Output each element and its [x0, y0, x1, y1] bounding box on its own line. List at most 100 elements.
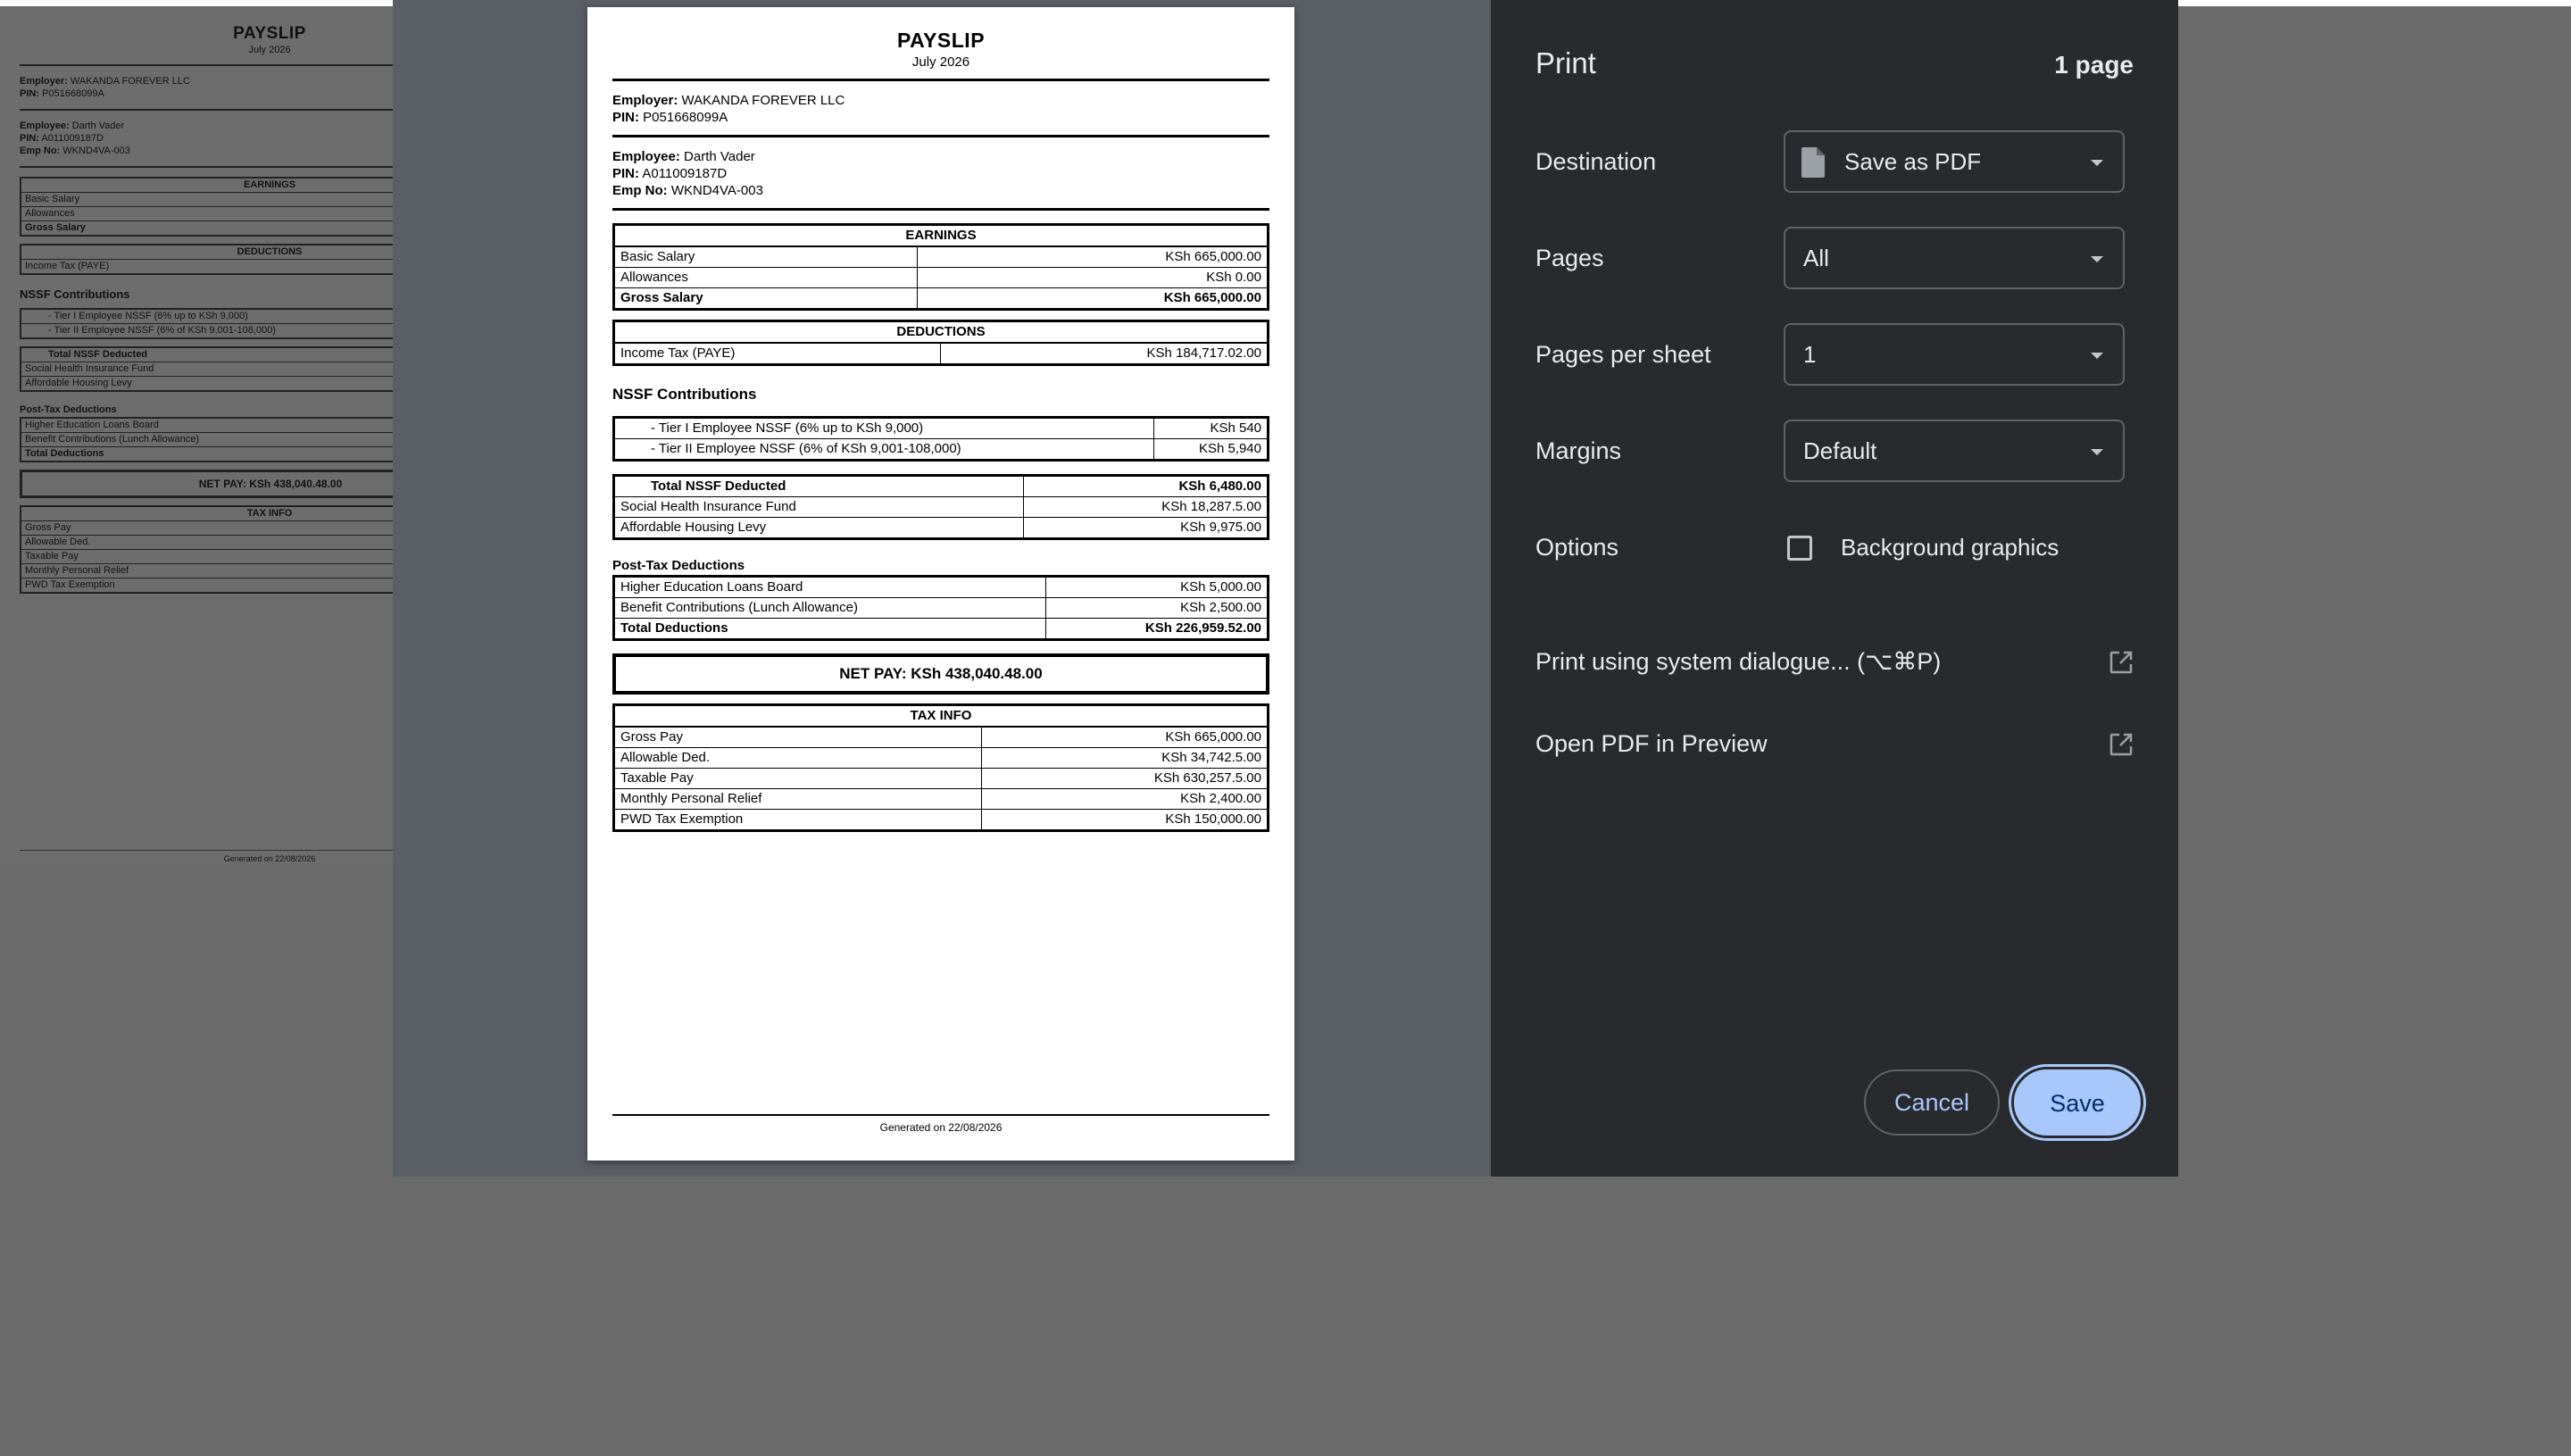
- row-value: KSh 5,000.00: [1044, 576, 1269, 598]
- row-label: Total Deductions: [613, 618, 1046, 640]
- divider: [612, 79, 1269, 81]
- post-tax-heading: Post-Tax Deductions: [612, 558, 745, 573]
- bg-nssf-heading: NSSF Contributions: [20, 287, 130, 301]
- employer-label: Employer:: [612, 93, 678, 108]
- bg-employer-name: WAKANDA FOREVER LLC: [70, 76, 190, 87]
- row-value: KSh 540: [1152, 417, 1269, 439]
- chevron-down-icon: [2091, 353, 2103, 359]
- row-label: Allowances: [613, 267, 918, 288]
- label: PIN:: [20, 88, 39, 99]
- row-label: Taxable Pay: [612, 768, 983, 789]
- row-label: - Tier I Employee NSSF (6% up to KSh 9,0…: [613, 417, 1154, 439]
- page-count: 1 page: [2054, 51, 2134, 79]
- row-value: KSh 6,480.00: [1023, 475, 1269, 497]
- table-row: Social Health Insurance Fund KSh 18,287.5…: [612, 496, 1269, 518]
- table-row: Affordable Housing Levy KSh 9,975.00: [612, 517, 1269, 539]
- table-row: Gross Salary KSh 665,000.00: [613, 287, 1269, 310]
- system-dialog-text: Print using system dialogue... (⌥⌘P): [1535, 648, 1942, 675]
- background-graphics-checkbox[interactable]: [1787, 536, 1812, 561]
- options-label: Options: [1535, 534, 1619, 561]
- other-deductions-table: Total NSSF Deducted KSh 6,480.00 Social H…: [612, 474, 1269, 540]
- pages-label: Pages: [1535, 245, 1604, 271]
- nssf-heading: NSSF Contributions: [612, 386, 757, 403]
- employee-name: Darth Vader: [684, 149, 755, 164]
- pages-per-sheet-value: 1: [1803, 341, 1817, 368]
- row-label: Gross Pay: [612, 726, 983, 748]
- row-label: Total NSSF Deducted: [612, 475, 1025, 497]
- margins-label: Margins: [1535, 437, 1622, 464]
- print-dialog: PAYSLIP July 2026 Employer: WAKANDA FORE…: [393, 0, 2178, 1177]
- bg-employee-block: Employee: Darth Vader PIN: A011009187D E…: [20, 120, 393, 157]
- bg-emp-no: WKND4VA-003: [62, 146, 130, 156]
- row-label: - Tier II Employee NSSF (6% of KSh 9,001…: [613, 438, 1154, 461]
- table-row: - Tier I Employee NSSF (6% up to KSh 9,0…: [613, 417, 1269, 439]
- file-icon: [1801, 147, 1825, 178]
- row-value: KSh 9,975.00: [1023, 517, 1269, 539]
- employer-pin: P051668099A: [643, 110, 728, 125]
- print-title: Print: [1535, 46, 1596, 79]
- row-value: KSh 2,400.00: [981, 788, 1269, 810]
- row-value: KSh 226,959.52.00: [1044, 618, 1269, 640]
- table-row: Taxable Pay KSh 630,257.5.00: [612, 768, 1269, 789]
- emp-no-label: Emp No:: [612, 183, 668, 198]
- background-document: PAYSLIP July 2026 Employer: WAKANDA FORE…: [0, 6, 521, 863]
- cancel-button[interactable]: Cancel: [1864, 1069, 2000, 1136]
- open-external-icon: [2109, 733, 2133, 756]
- print-settings-panel: Print 1 page Destination Save as PDF Pag…: [1491, 0, 2178, 1177]
- table-row: - Tier II Employee NSSF (6% of KSh 9,001…: [613, 438, 1269, 461]
- row-label: Benefit Contributions (Lunch Allowance): [613, 597, 1046, 619]
- tax-info-table: TAX INFO Gross Pay KSh 665,000.00 Allowab…: [612, 703, 1269, 832]
- destination-value: Save as PDF: [1844, 148, 1982, 175]
- bg-employee-pin: A011009187D: [41, 133, 104, 144]
- nssf-table: - Tier I Employee NSSF (6% up to KSh 9,0…: [612, 416, 1269, 462]
- chevron-down-icon: [2091, 256, 2103, 262]
- row-value: KSh 630,257.5.00: [981, 768, 1269, 789]
- table-row: Gross Pay KSh 665,000.00: [612, 726, 1269, 748]
- row-label: PWD Tax Exemption: [612, 809, 983, 831]
- employee-label: Employee:: [612, 149, 680, 164]
- table-row: Total Deductions KSh 226,959.52.00: [613, 618, 1269, 640]
- preview-page: PAYSLIP July 2026 Employer: WAKANDA FORE…: [587, 7, 1294, 1161]
- payslip-period: July 2026: [911, 54, 970, 70]
- employer-name: WAKANDA FOREVER LLC: [681, 93, 845, 108]
- post-tax-table: Higher Education Loans Board KSh 5,000.00…: [612, 575, 1269, 641]
- employee-pin-label: PIN:: [612, 166, 639, 181]
- table-row: Benefit Contributions (Lunch Allowance) K…: [613, 597, 1269, 619]
- destination-select[interactable]: Save as PDF: [1784, 130, 2125, 193]
- row-value: KSh 665,000.00: [981, 726, 1269, 748]
- pages-per-sheet-label: Pages per sheet: [1535, 341, 1711, 368]
- label: Employer:: [20, 76, 68, 87]
- payslip-footer: Generated on 22/08/2026: [612, 1114, 1269, 1134]
- print-preview-pane[interactable]: PAYSLIP July 2026 Employer: WAKANDA FORE…: [393, 0, 1491, 1177]
- row-label: Allowable Ded.: [612, 747, 983, 769]
- row-value: KSh 665,000.00: [916, 245, 1269, 268]
- bg-employer-pin: P051668099A: [42, 88, 104, 99]
- deductions-table: DEDUCTIONS Income Tax (PAYE) KSh 184,717.…: [612, 320, 1269, 366]
- table-row: Allowable Ded. KSh 34,742.5.00: [612, 747, 1269, 769]
- row-value: KSh 150,000.00: [981, 809, 1269, 831]
- row-value: KSh 18,287.5.00: [1023, 496, 1269, 518]
- row-label: Income Tax (PAYE): [612, 342, 942, 365]
- earnings-header: EARNINGS: [613, 224, 1269, 247]
- open-pdf-text: Open PDF in Preview: [1535, 730, 1768, 757]
- pages-select[interactable]: All: [1784, 227, 2125, 289]
- tax-info-header: TAX INFO: [613, 704, 1269, 728]
- system-dialog-link[interactable]: Print using system dialogue... (⌥⌘P): [1535, 645, 2134, 680]
- row-value: KSh 2,500.00: [1044, 597, 1269, 619]
- margins-value: Default: [1803, 437, 1877, 464]
- pages-value: All: [1803, 245, 1829, 271]
- row-label: Monthly Personal Relief: [612, 788, 983, 810]
- net-pay: NET PAY: KSh 438,040.48.00: [612, 653, 1269, 695]
- margins-select[interactable]: Default: [1784, 420, 2125, 482]
- open-pdf-link[interactable]: Open PDF in Preview: [1535, 727, 2134, 762]
- employer-pin-label: PIN:: [612, 110, 639, 125]
- row-label: Higher Education Loans Board: [613, 576, 1046, 598]
- table-row: Income Tax (PAYE) KSh 184,717.02.00: [612, 342, 1269, 365]
- row-value: KSh 5,940: [1152, 438, 1269, 461]
- table-row: Allowances KSh 0.00: [613, 267, 1269, 288]
- pages-per-sheet-select[interactable]: 1: [1784, 323, 2125, 386]
- earnings-table: EARNINGS Basic Salary KSh 665,000.00 Allo…: [612, 223, 1269, 311]
- destination-label: Destination: [1535, 148, 1657, 175]
- background-graphics-label[interactable]: Background graphics: [1841, 534, 2059, 562]
- save-button[interactable]: Save: [2014, 1069, 2141, 1136]
